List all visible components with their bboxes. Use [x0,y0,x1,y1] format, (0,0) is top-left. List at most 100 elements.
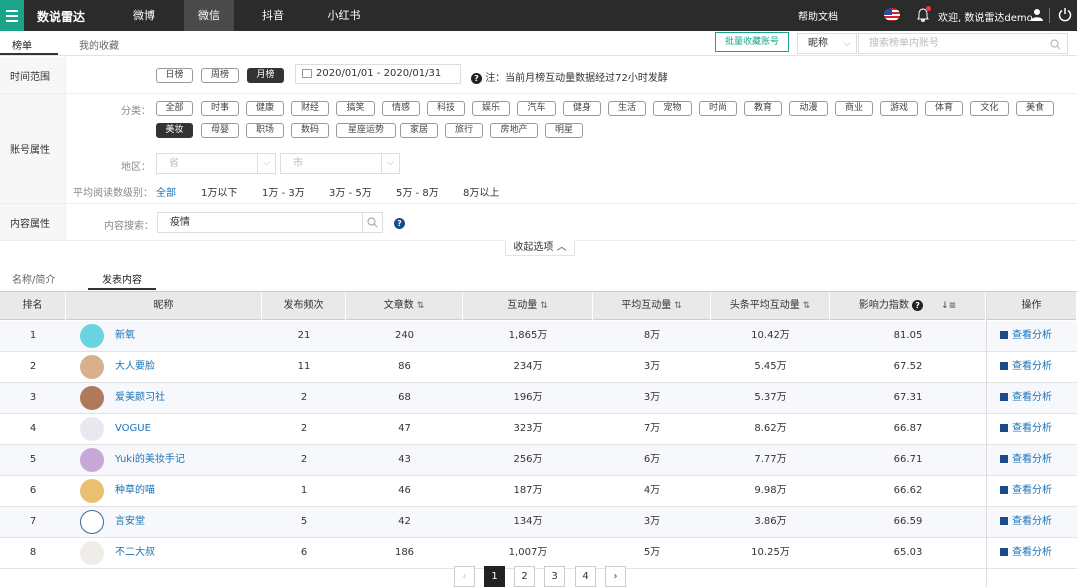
category-pill[interactable]: 健康 [246,101,284,116]
tab-published[interactable]: 发表内容 [102,271,142,286]
category-pill[interactable]: 生活 [608,101,646,116]
account-search-input[interactable]: 搜索榜单内账号 [858,33,1068,54]
view-analysis-link[interactable]: 查看分析 [1000,352,1052,382]
category-pill[interactable]: 情感 [382,101,420,116]
reading-level-option[interactable]: 5万 - 8万 [396,184,439,199]
view-analysis-link[interactable]: 查看分析 [1000,445,1052,475]
avatar[interactable] [80,324,104,348]
reading-level-option[interactable]: 全部 [156,184,176,199]
category-pill[interactable]: 财经 [291,101,329,116]
sort-icon[interactable]: ⇅ [674,301,682,311]
reading-level-option[interactable]: 3万 - 5万 [329,184,372,199]
help-docs-link[interactable]: 帮助文档 [798,8,838,23]
category-pill[interactable]: 家居 [400,123,438,138]
account-name-link[interactable]: 大人要脸 [115,352,155,382]
period-pill-day[interactable]: 日榜 [156,68,193,83]
sort-icon[interactable]: ⇅ [540,301,548,311]
category-pill[interactable]: 美妆 [156,123,193,138]
category-pill[interactable]: 商业 [835,101,873,116]
account-name-link[interactable]: 种草的喵 [115,476,155,506]
avatar[interactable] [80,448,104,472]
category-pill[interactable]: 教育 [744,101,782,116]
help-icon[interactable]: ? [394,216,405,229]
city-select[interactable]: 市 ⌵ [280,153,400,174]
nav-tab-xiaohongshu[interactable]: 小红书 [320,0,368,31]
category-pill[interactable]: 职场 [246,123,284,138]
category-pill[interactable]: 美食 [1016,101,1054,116]
page-button[interactable]: 1 [484,566,505,587]
avatar[interactable] [80,479,104,503]
category-pill[interactable]: 搞笑 [336,101,375,116]
sort-icon[interactable]: ⇅ [803,301,811,311]
tab-favorites[interactable]: 我的收藏 [79,37,119,52]
reading-level-option[interactable]: 8万以上 [463,184,499,199]
batch-favorite-button[interactable]: 批量收藏账号 [715,32,789,52]
col-interactions[interactable]: 互动量 ⇅ [463,292,593,320]
col-influence[interactable]: 影响力指数 ? ↓≡ [830,292,986,320]
category-pill[interactable]: 房地产 [490,123,538,138]
col-articles[interactable]: 文章数 ⇅ [346,292,463,320]
category-pill[interactable]: 时尚 [699,101,737,116]
category-pill[interactable]: 科技 [427,101,465,116]
tab-name-intro[interactable]: 名称/简介 [12,271,55,286]
nav-tab-weixin[interactable]: 微信 [184,0,234,31]
category-pill[interactable]: 旅行 [445,123,483,138]
avatar[interactable] [80,510,104,534]
user-icon[interactable] [1031,8,1043,24]
view-analysis-link[interactable]: 查看分析 [1000,507,1052,537]
col-avg[interactable]: 平均互动量 ⇅ [593,292,711,320]
account-name-link[interactable]: 新氧 [115,321,135,351]
next-page-button[interactable]: › [605,566,626,587]
period-pill-week[interactable]: 周榜 [201,68,239,83]
account-name-link[interactable]: 爱美颜习社 [115,383,165,413]
avatar[interactable] [80,355,104,379]
nav-tab-douyin[interactable]: 抖音 [250,0,296,31]
category-pill[interactable]: 时事 [201,101,239,116]
power-icon[interactable] [1058,7,1072,25]
period-pill-month[interactable]: 月榜 [247,68,284,83]
search-icon[interactable] [362,213,382,232]
category-pill[interactable]: 汽车 [517,101,556,116]
category-pill[interactable]: 明星 [545,123,583,138]
bell-icon[interactable] [917,6,931,22]
col-head-avg[interactable]: 头条平均互动量 ⇅ [711,292,830,320]
category-pill[interactable]: 宠物 [653,101,692,116]
help-icon[interactable]: ? [471,73,482,84]
account-name-link[interactable]: 不二大叔 [115,538,155,568]
account-name-link[interactable]: VOGUE [115,414,151,444]
category-pill[interactable]: 母婴 [201,123,239,138]
nav-tab-weibo[interactable]: 微博 [121,0,167,31]
search-icon[interactable] [1050,38,1061,57]
avatar[interactable] [80,541,104,565]
view-analysis-link[interactable]: 查看分析 [1000,321,1052,351]
prev-page-button[interactable]: ‹ [454,566,475,587]
menu-icon[interactable] [0,0,24,31]
collapse-options-button[interactable]: 收起选项 ︿ [505,240,575,256]
page-button[interactable]: 4 [575,566,596,587]
search-field-select[interactable]: 昵称 ⌵ [797,33,857,54]
us-flag-icon[interactable] [884,8,900,21]
view-analysis-link[interactable]: 查看分析 [1000,414,1052,444]
province-select[interactable]: 省 ⌵ [156,153,276,174]
view-analysis-link[interactable]: 查看分析 [1000,383,1052,413]
category-pill[interactable]: 动漫 [789,101,828,116]
content-search-input[interactable]: 疫情 [157,212,383,233]
category-pill[interactable]: 体育 [925,101,963,116]
category-pill[interactable]: 娱乐 [472,101,510,116]
category-pill[interactable]: 星座运势 [336,123,396,138]
category-pill[interactable]: 健身 [563,101,601,116]
avatar[interactable] [80,417,104,441]
account-name-link[interactable]: 言安堂 [115,507,145,537]
category-pill[interactable]: 文化 [970,101,1009,116]
avatar[interactable] [80,386,104,410]
page-button[interactable]: 2 [514,566,535,587]
account-name-link[interactable]: Yuki的美妆手记 [115,445,185,475]
reading-level-option[interactable]: 1万以下 [201,184,237,199]
category-pill[interactable]: 全部 [156,101,193,116]
category-pill[interactable]: 游戏 [880,101,918,116]
tab-ranking[interactable]: 榜单 [12,37,32,52]
sort-icon[interactable]: ⇅ [417,301,425,311]
reading-level-option[interactable]: 1万 - 3万 [262,184,305,199]
view-analysis-link[interactable]: 查看分析 [1000,476,1052,506]
category-pill[interactable]: 数码 [291,123,329,138]
